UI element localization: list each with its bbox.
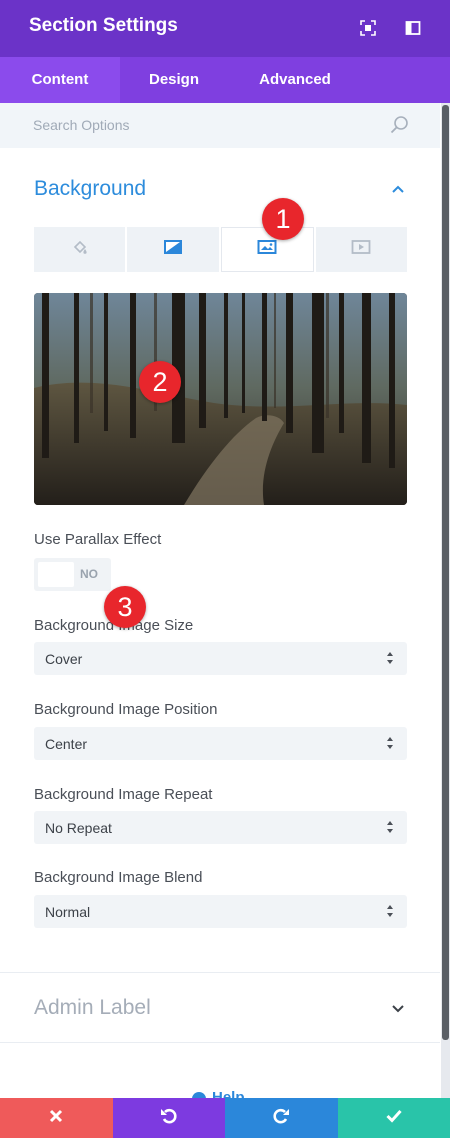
- video-icon: [351, 239, 371, 260]
- paint-bucket-icon: [72, 239, 88, 260]
- chevron-up-icon[interactable]: [390, 181, 406, 197]
- forest-photo: [34, 293, 407, 505]
- select-value: Center: [45, 736, 88, 752]
- select-arrows-icon: [386, 736, 394, 755]
- bg-tab-video[interactable]: [315, 227, 407, 272]
- image-blend-label: Background Image Blend: [34, 869, 203, 886]
- gradient-icon: [163, 239, 183, 260]
- save-button[interactable]: [337, 1098, 450, 1138]
- redo-button[interactable]: [225, 1098, 338, 1138]
- background-image-preview[interactable]: [34, 293, 407, 505]
- section-divider: [0, 1042, 440, 1043]
- modal-title: Section Settings: [29, 15, 178, 36]
- modal-footer: [0, 1098, 450, 1138]
- image-icon: [257, 239, 277, 260]
- tab-content[interactable]: Content: [0, 57, 120, 103]
- image-repeat-label: Background Image Repeat: [34, 786, 213, 803]
- discard-button[interactable]: [0, 1098, 113, 1138]
- image-blend-select[interactable]: Normal: [34, 895, 407, 928]
- search-bar: [0, 103, 440, 148]
- select-value: No Repeat: [45, 820, 112, 836]
- undo-icon: [160, 1107, 178, 1130]
- background-type-tabs: [34, 227, 407, 272]
- image-position-select[interactable]: Center: [34, 727, 407, 760]
- close-icon: [49, 1109, 63, 1128]
- search-icon[interactable]: [390, 115, 409, 139]
- settings-tabs: Content Design Advanced: [0, 57, 450, 103]
- image-size-select[interactable]: Cover: [34, 642, 407, 675]
- annotation-badge-2: 2: [139, 361, 181, 403]
- modal-header: Section Settings: [0, 0, 450, 57]
- select-value: Cover: [45, 651, 83, 667]
- image-position-label: Background Image Position: [34, 701, 218, 718]
- bg-tab-gradient[interactable]: [127, 227, 219, 272]
- redo-icon: [272, 1107, 290, 1130]
- annotation-badge-1: 1: [262, 198, 304, 240]
- annotation-badge-3: 3: [104, 586, 146, 628]
- scrollbar-thumb[interactable]: [442, 105, 449, 1040]
- chevron-down-icon[interactable]: [390, 1001, 406, 1017]
- sidebar-toggle-icon[interactable]: [404, 19, 422, 37]
- select-arrows-icon: [386, 904, 394, 923]
- toggle-knob: [38, 562, 74, 587]
- focus-icon[interactable]: [359, 19, 377, 37]
- scrollbar[interactable]: [441, 103, 450, 1098]
- parallax-label: Use Parallax Effect: [34, 531, 162, 548]
- select-value: Normal: [45, 904, 91, 920]
- tab-advanced[interactable]: Advanced: [228, 57, 362, 103]
- select-arrows-icon: [386, 820, 394, 839]
- section-divider: [0, 972, 440, 973]
- bg-tab-color[interactable]: [34, 227, 126, 272]
- tab-design[interactable]: Design: [120, 57, 228, 103]
- search-input[interactable]: [33, 115, 363, 135]
- select-arrows-icon: [386, 651, 394, 670]
- section-title-background[interactable]: Background: [34, 177, 146, 201]
- section-title-admin-label[interactable]: Admin Label: [34, 996, 151, 1020]
- undo-button[interactable]: [112, 1098, 225, 1138]
- image-repeat-select[interactable]: No Repeat: [34, 811, 407, 844]
- parallax-toggle[interactable]: NO: [34, 558, 111, 591]
- toggle-state: NO: [80, 567, 98, 581]
- check-icon: [386, 1109, 402, 1128]
